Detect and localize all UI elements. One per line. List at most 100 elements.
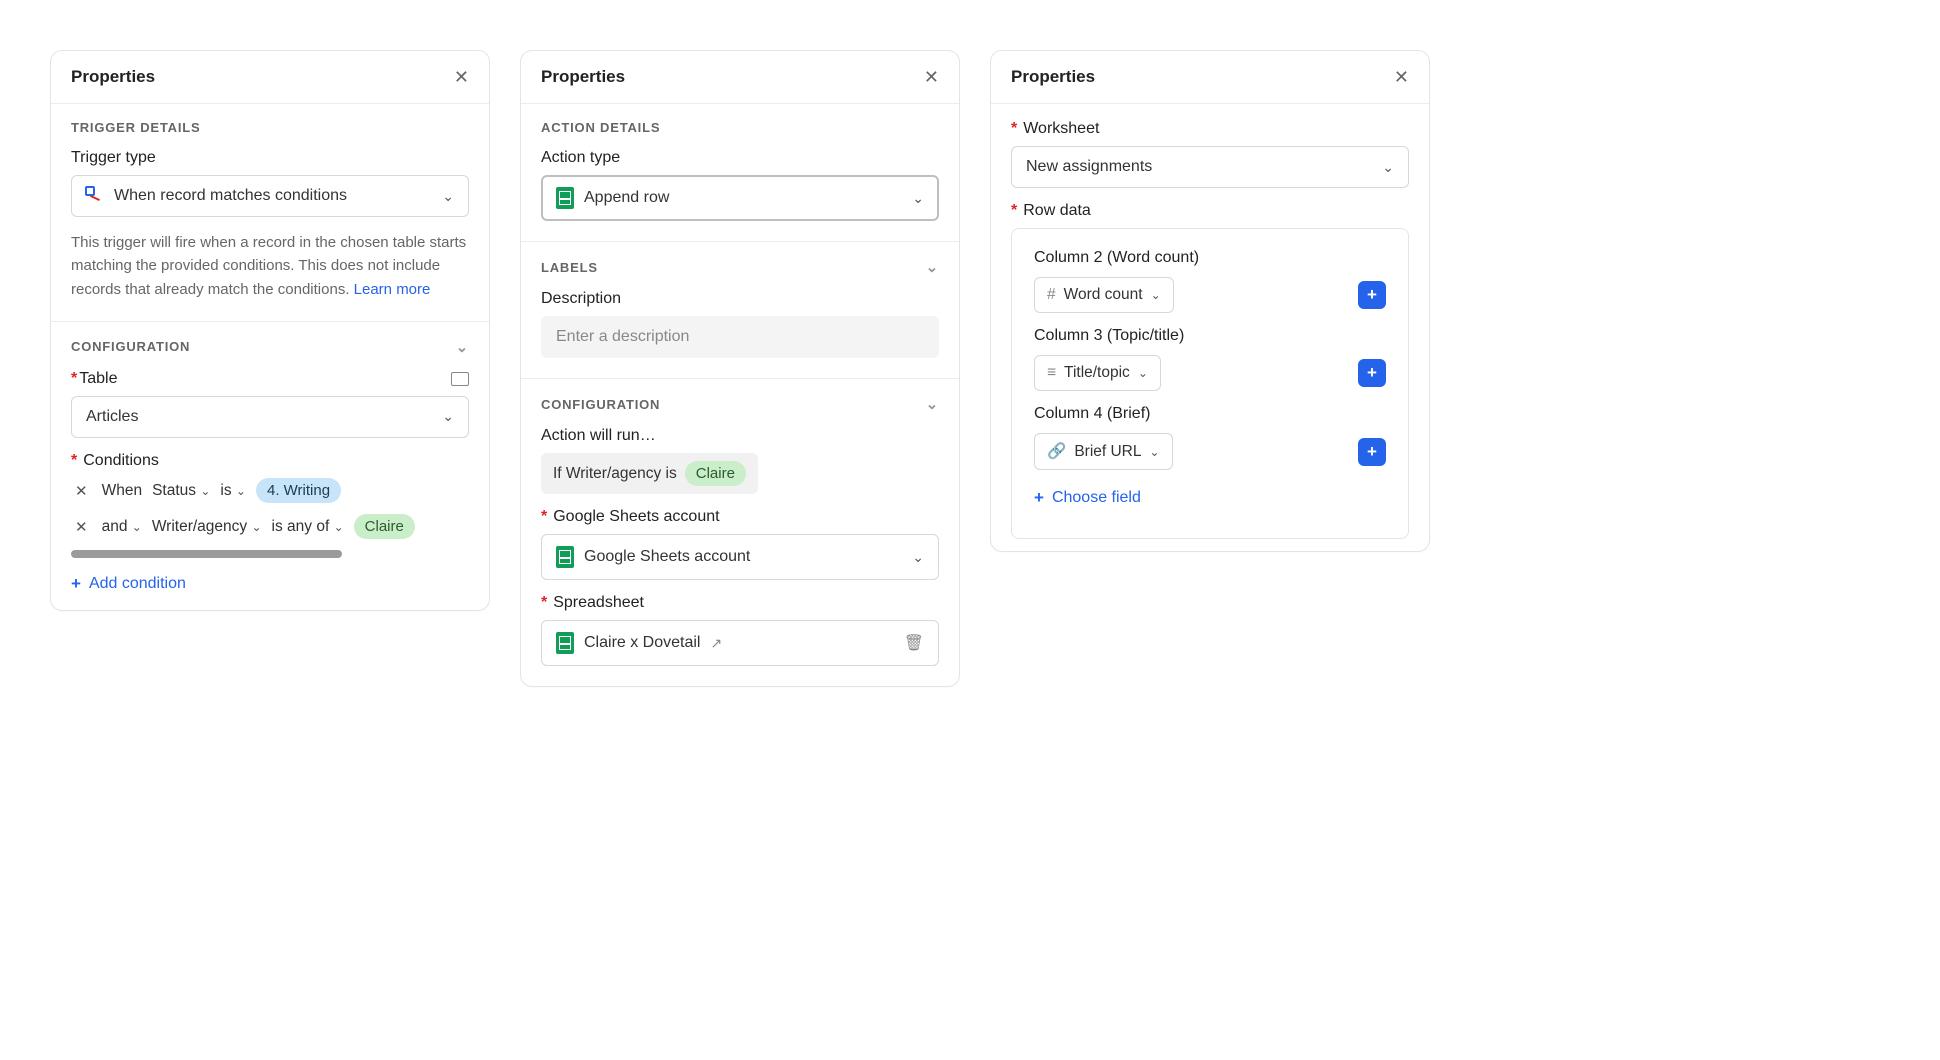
trash-icon[interactable]: 🗑	[904, 633, 924, 653]
chevron-down-icon: ⌄	[912, 190, 924, 207]
chevron-down-icon[interactable]: ⌄	[926, 258, 939, 276]
condition-value-pill[interactable]: 4. Writing	[256, 478, 341, 503]
chevron-down-icon: ⌄	[912, 549, 924, 566]
condition-row: ✕ When Status ⌄ is ⌄ 4. Writing	[71, 478, 469, 504]
add-token-button[interactable]: +	[1358, 359, 1386, 387]
chevron-down-icon: ⌄	[251, 520, 261, 534]
spreadsheet-label: *Spreadsheet	[541, 594, 939, 612]
remove-condition-icon[interactable]: ✕	[71, 478, 92, 504]
worksheet-section: *Worksheet New assignments ⌄ *Row data C…	[991, 104, 1429, 551]
chevron-down-icon: ⌄	[236, 484, 246, 498]
section-header-trigger-details: TRIGGER DETAILS	[71, 120, 469, 135]
description-label: Description	[541, 290, 939, 308]
worksheet-value: New assignments	[1026, 158, 1152, 176]
spreadsheet-select[interactable]: Claire x Dovetail ↗ 🗑	[541, 620, 939, 666]
add-condition-button[interactable]: + Add condition	[71, 570, 186, 604]
rowdata-label: *Row data	[1011, 202, 1409, 220]
google-sheets-icon	[556, 546, 574, 568]
action-type-select[interactable]: Append row ⌄	[541, 175, 939, 221]
add-token-button[interactable]: +	[1358, 281, 1386, 309]
add-token-button[interactable]: +	[1358, 438, 1386, 466]
close-icon[interactable]: ✕	[1394, 68, 1409, 86]
section-header-action-details: ACTION DETAILS	[541, 120, 939, 135]
panel-title: Properties	[1011, 67, 1095, 87]
field-token[interactable]: ≡ Title/topic ⌄	[1034, 355, 1161, 391]
account-select[interactable]: Google Sheets account ⌄	[541, 534, 939, 580]
chevron-down-icon: ⌄	[1150, 445, 1160, 459]
condition-operator[interactable]: is ⌄	[220, 482, 246, 500]
willrun-label: Action will run…	[541, 427, 939, 445]
account-value: Google Sheets account	[584, 548, 750, 566]
column-token-row: ≡ Title/topic ⌄ +	[1034, 355, 1386, 391]
trigger-type-label: Trigger type	[71, 149, 469, 167]
text-icon: ≡	[1047, 364, 1056, 382]
field-token[interactable]: # Word count ⌄	[1034, 277, 1174, 313]
properties-panel-action: Properties ✕ ACTION DETAILS Action type …	[520, 50, 960, 687]
panel-title: Properties	[71, 67, 155, 87]
chevron-down-icon: ⌄	[334, 520, 344, 534]
condition-operator[interactable]: is any of ⌄	[272, 518, 344, 536]
panel-header: Properties ✕	[51, 51, 489, 104]
column-mapping: Column 2 (Word count) # Word count ⌄ +	[1034, 249, 1386, 313]
rowdata-columns: Column 2 (Word count) # Word count ⌄ + C…	[1011, 228, 1409, 539]
scrollbar-thumb[interactable]	[71, 550, 342, 558]
account-label: *Google Sheets account	[541, 508, 939, 526]
condition-row: ✕ and ⌄ Writer/agency ⌄ is any of ⌄ Clai…	[71, 514, 469, 540]
configuration-section: CONFIGURATION ⌄ Action will run… If Writ…	[521, 378, 959, 686]
column-token-row: # Word count ⌄ +	[1034, 277, 1386, 313]
condition-value-pill[interactable]: Claire	[354, 514, 415, 539]
column-token-row: 🔗 Brief URL ⌄ +	[1034, 433, 1386, 470]
action-type-value: Append row	[584, 189, 669, 207]
condition-field[interactable]: Status ⌄	[152, 482, 210, 500]
external-link-icon[interactable]: ↗	[710, 635, 722, 652]
action-details-section: ACTION DETAILS Action type Append row ⌄	[521, 104, 959, 241]
section-header-config: CONFIGURATION ⌄	[71, 338, 469, 356]
chevron-down-icon: ⌄	[1138, 366, 1148, 380]
link-icon: 🔗	[1047, 442, 1066, 461]
chevron-down-icon: ⌄	[442, 408, 454, 425]
plus-icon: +	[71, 574, 81, 594]
trigger-details-section: TRIGGER DETAILS Trigger type When record…	[51, 104, 489, 321]
panel-header: Properties ✕	[521, 51, 959, 104]
google-sheets-icon	[556, 632, 574, 654]
field-token[interactable]: 🔗 Brief URL ⌄	[1034, 433, 1173, 470]
column-label: Column 4 (Brief)	[1034, 405, 1386, 423]
close-icon[interactable]: ✕	[454, 68, 469, 86]
chevron-down-icon: ⌄	[442, 188, 454, 205]
remove-condition-icon[interactable]: ✕	[71, 514, 92, 540]
trigger-help-text: This trigger will fire when a record in …	[71, 231, 469, 301]
spreadsheet-value: Claire x Dovetail	[584, 634, 700, 652]
column-mapping: Column 3 (Topic/title) ≡ Title/topic ⌄ +	[1034, 327, 1386, 391]
section-header-config: CONFIGURATION ⌄	[541, 395, 939, 413]
choose-field-button[interactable]: + Choose field	[1034, 484, 1141, 518]
condition-field[interactable]: Writer/agency ⌄	[152, 518, 262, 536]
chevron-down-icon[interactable]: ⌄	[456, 338, 469, 356]
hash-icon: #	[1047, 286, 1056, 304]
willrun-value-pill: Claire	[685, 461, 746, 486]
table-select[interactable]: Articles ⌄	[71, 396, 469, 438]
column-label: Column 3 (Topic/title)	[1034, 327, 1386, 345]
condition-conjunction[interactable]: and ⌄	[102, 518, 142, 536]
panel-title: Properties	[541, 67, 625, 87]
action-type-label: Action type	[541, 149, 939, 167]
column-mapping: Column 4 (Brief) 🔗 Brief URL ⌄ +	[1034, 405, 1386, 470]
chevron-down-icon: ⌄	[1382, 159, 1394, 176]
worksheet-label: *Worksheet	[1011, 120, 1409, 138]
chevron-down-icon[interactable]: ⌄	[926, 395, 939, 413]
trigger-type-value: When record matches conditions	[114, 187, 347, 205]
horizontal-scrollbar[interactable]	[71, 550, 469, 558]
configuration-section: CONFIGURATION ⌄ *Table Articles ⌄ *Condi…	[51, 321, 489, 610]
column-label: Column 2 (Word count)	[1034, 249, 1386, 267]
conditions-trigger-icon	[86, 187, 104, 205]
table-picker-icon[interactable]	[451, 372, 469, 386]
worksheet-select[interactable]: New assignments ⌄	[1011, 146, 1409, 188]
close-icon[interactable]: ✕	[924, 68, 939, 86]
learn-more-link[interactable]: Learn more	[354, 281, 431, 298]
labels-section: LABELS ⌄ Description	[521, 241, 959, 378]
willrun-condition-chip[interactable]: If Writer/agency is Claire	[541, 453, 758, 494]
section-header-labels: LABELS ⌄	[541, 258, 939, 276]
plus-icon: +	[1034, 488, 1044, 508]
description-input[interactable]	[541, 316, 939, 358]
trigger-type-select[interactable]: When record matches conditions ⌄	[71, 175, 469, 217]
chevron-down-icon: ⌄	[200, 484, 210, 498]
